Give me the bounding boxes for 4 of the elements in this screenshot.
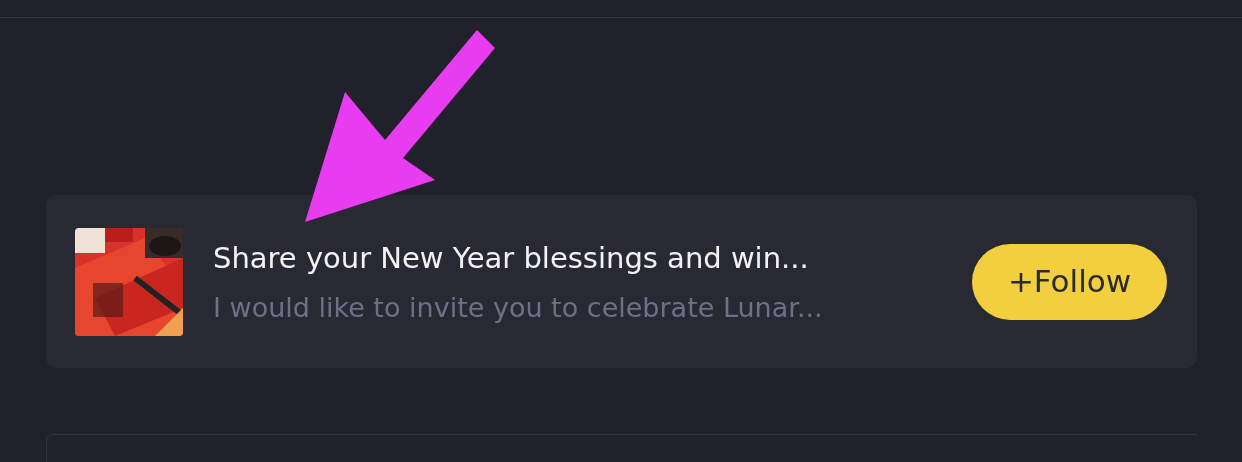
follow-button[interactable]: +Follow xyxy=(972,243,1167,320)
post-excerpt: I would like to invite you to celebrate Lunar... xyxy=(213,290,824,325)
post-card[interactable]: Share your New Year blessings and win... I would like to invite you to celebrate Lunar... +Follow xyxy=(46,195,1197,368)
post-title: Share your New Year blessings and win... xyxy=(213,239,810,277)
